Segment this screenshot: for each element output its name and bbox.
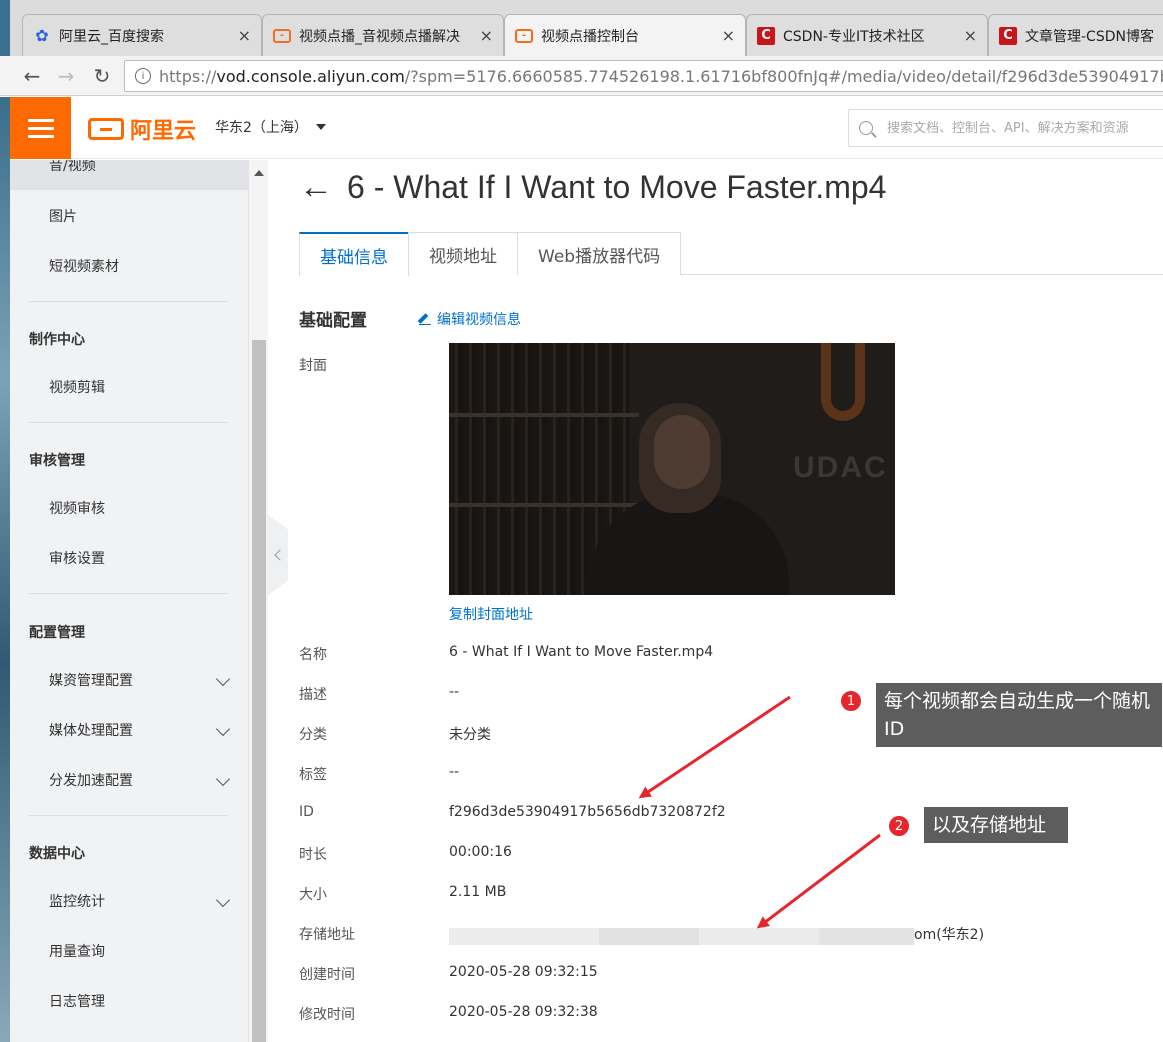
annotation-arrow-2 (756, 833, 881, 929)
aliyun-icon: - (515, 28, 533, 43)
annotation-badge-2: 2 (887, 814, 911, 838)
annotation-badge-1: 1 (839, 689, 863, 713)
annotation-arrow-1 (638, 695, 791, 799)
close-icon[interactable]: × (722, 26, 735, 45)
annotation-callout-2: 以及存储地址 (924, 807, 1068, 843)
annotation-arrows (638, 695, 881, 929)
browser-tab-vod-console[interactable]: - 视频点播控制台 × (504, 14, 746, 56)
annotation-callout-1: 每个视频都会自动生成一个随机ID (876, 683, 1162, 747)
tab-label: 视频点播控制台 (541, 28, 639, 45)
